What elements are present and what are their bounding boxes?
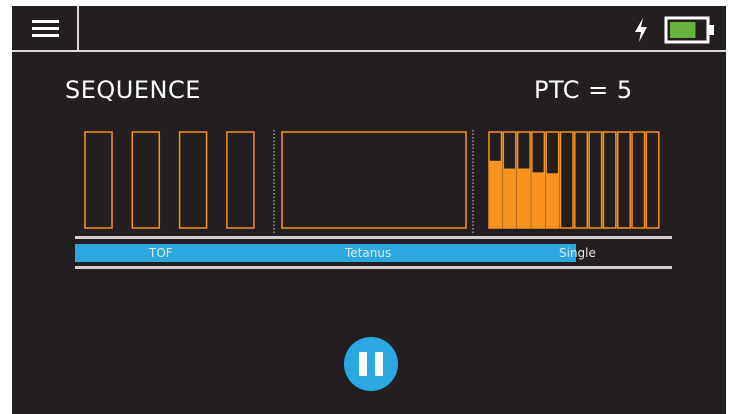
phase-label-tetanus: Tetanus (345, 246, 392, 260)
tof-pulse (178, 131, 208, 229)
phase-label-single: Single (559, 246, 596, 260)
single-pulse (616, 131, 631, 229)
single-pulse (574, 131, 589, 229)
single-pulse (645, 131, 660, 229)
single-response-bar (489, 160, 502, 228)
single-pulse (602, 131, 617, 229)
pause-icon (359, 352, 367, 376)
pause-button[interactable] (344, 337, 398, 391)
single-pulse (588, 131, 603, 229)
track-line-top (75, 236, 672, 239)
single-response-bar (546, 173, 559, 228)
single-response-bar (517, 168, 531, 228)
tetanus-pulse (281, 131, 467, 229)
tof-pulse (131, 131, 161, 229)
single-response-bar (503, 168, 516, 228)
single-pulse (631, 131, 646, 229)
device-screen: SEQUENCE PTC = 5 TOF Tetanus Single (12, 6, 726, 414)
tof-pulse (226, 131, 255, 229)
tof-pulse (84, 131, 113, 229)
single-pulse (559, 131, 574, 229)
single-response-bar (531, 172, 545, 228)
track-line-bottom (75, 266, 672, 269)
phase-label-tof: TOF (149, 246, 173, 260)
